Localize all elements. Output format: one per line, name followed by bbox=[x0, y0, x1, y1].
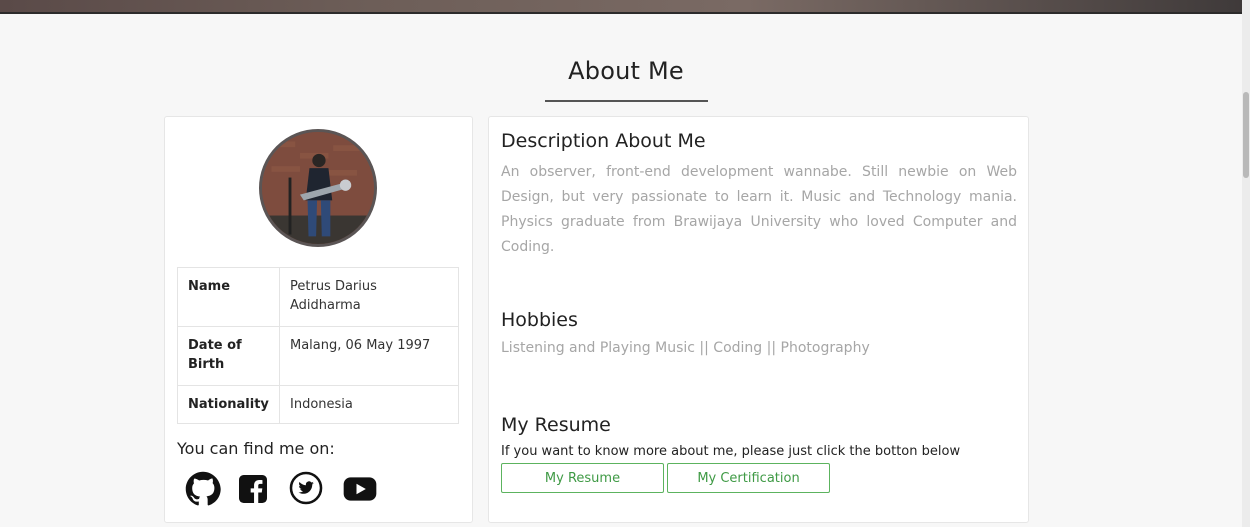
my-resume-button[interactable]: My Resume bbox=[501, 463, 664, 493]
resume-heading: My Resume bbox=[501, 414, 611, 436]
find-me-label: You can find me on: bbox=[177, 439, 335, 458]
row-value: Petrus Darius Adidharma bbox=[279, 267, 459, 327]
row-value: Indonesia bbox=[279, 385, 459, 424]
profile-info-table: Name Petrus Darius Adidharma Date of Bir… bbox=[177, 267, 459, 424]
row-value: Malang, 06 May 1997 bbox=[279, 326, 459, 386]
table-row: Name Petrus Darius Adidharma bbox=[177, 267, 459, 327]
my-certification-button[interactable]: My Certification bbox=[667, 463, 830, 493]
page-title: About Me bbox=[568, 57, 684, 85]
table-row: Nationality Indonesia bbox=[177, 385, 459, 424]
about-card: Description About Me An observer, front-… bbox=[488, 116, 1029, 523]
avatar bbox=[259, 129, 377, 247]
profile-card: Name Petrus Darius Adidharma Date of Bir… bbox=[164, 116, 473, 523]
page-scrollbar[interactable] bbox=[1242, 0, 1250, 527]
row-label: Date of Birth bbox=[177, 326, 280, 386]
github-icon[interactable] bbox=[185, 471, 221, 511]
youtube-icon[interactable] bbox=[343, 475, 377, 507]
header-image-strip bbox=[0, 0, 1242, 14]
title-underline bbox=[545, 100, 708, 102]
resume-hint: If you want to know more about me, pleas… bbox=[501, 444, 961, 459]
twitter-icon[interactable] bbox=[289, 471, 323, 509]
hobbies-text: Listening and Playing Music || Coding ||… bbox=[501, 340, 870, 356]
description-text: An observer, front-end development wanna… bbox=[501, 164, 1017, 255]
description-heading: Description About Me bbox=[501, 130, 706, 152]
row-label: Name bbox=[177, 267, 280, 327]
row-label: Nationality bbox=[177, 385, 280, 424]
avatar-photo bbox=[262, 132, 374, 244]
scrollbar-thumb[interactable] bbox=[1243, 92, 1249, 178]
facebook-icon[interactable] bbox=[239, 475, 267, 507]
table-row: Date of Birth Malang, 06 May 1997 bbox=[177, 326, 459, 386]
hobbies-heading: Hobbies bbox=[501, 309, 578, 331]
